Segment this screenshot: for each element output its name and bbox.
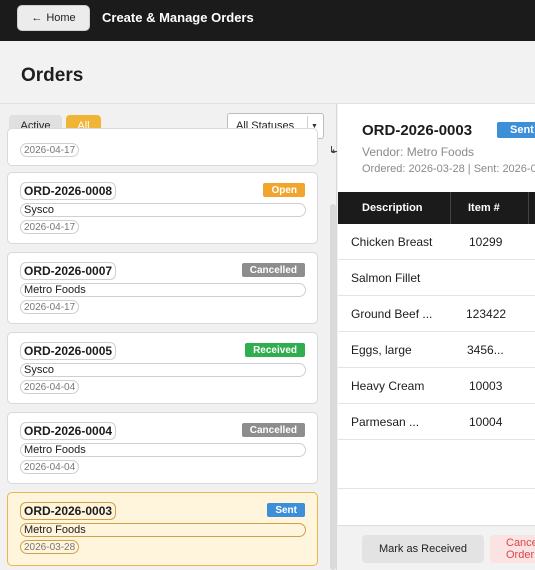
top-bar: ← Home Create & Manage Orders	[0, 0, 535, 41]
item-description: Chicken Breast	[351, 235, 433, 249]
order-id: ORD-2026-0003	[20, 502, 117, 520]
item-description: Eggs, large	[351, 343, 412, 357]
column-divider	[450, 192, 451, 224]
order-vendor: Metro Foods	[20, 443, 306, 457]
item-description: Salmon Fillet	[351, 271, 421, 285]
resize-handle-icon[interactable]	[331, 146, 337, 152]
order-vendor: Sysco	[20, 203, 306, 217]
table-bottom-border	[338, 488, 535, 489]
order-date: 2026-04-17	[20, 300, 80, 314]
order-date: 2026-04-04	[20, 380, 80, 394]
detail-footer: Mark as Received Cancel Order	[338, 525, 535, 570]
column-header-item-number[interactable]: Item #	[468, 192, 500, 224]
order-card[interactable]: ORD-2026-0004 Cancelled Metro Foods 2026…	[7, 412, 318, 484]
order-card-selected[interactable]: ORD-2026-0003 Sent Metro Foods 2026-03-2…	[7, 492, 318, 566]
order-date: 2026-03-28	[20, 540, 80, 554]
home-button-label: Home	[46, 12, 76, 24]
table-row[interactable]: Chicken Breast 10299	[338, 224, 535, 260]
order-date: 2026-04-04	[20, 460, 80, 474]
order-id: ORD-2026-0008	[20, 182, 117, 200]
arrow-left-icon: ←	[31, 12, 43, 24]
item-number: 10003	[469, 379, 503, 393]
column-header-description[interactable]: Description	[362, 192, 423, 224]
item-description: Ground Beef ...	[351, 307, 433, 321]
order-card[interactable]: ORD-2026-0005 Received Sysco 2026-04-04	[7, 332, 318, 404]
order-id: ORD-2026-0004	[20, 422, 117, 440]
status-badge: Received	[245, 343, 305, 357]
mark-received-button[interactable]: Mark as Received	[362, 535, 484, 563]
page-header: Orders	[0, 41, 535, 104]
item-description: Heavy Cream	[351, 379, 425, 393]
items-table-header: Description Item #	[338, 192, 535, 224]
scrollbar-thumb[interactable]	[330, 204, 336, 570]
app-title: Create & Manage Orders	[102, 10, 254, 25]
detail-vendor: Vendor: Metro Foods	[362, 145, 475, 159]
item-number: 10004	[469, 415, 503, 429]
table-row[interactable]: Salmon Fillet	[338, 260, 535, 296]
table-row[interactable]: Heavy Cream 10003	[338, 368, 535, 404]
order-detail-panel: ORD-2026-0003 Sent Vendor: Metro Foods O…	[338, 104, 535, 570]
order-id: ORD-2026-0005	[20, 342, 117, 360]
column-divider	[528, 192, 529, 224]
order-card[interactable]: ORD-2026-0007 Cancelled Metro Foods 2026…	[7, 252, 318, 324]
order-card-partial[interactable]: 2026-04-17	[7, 128, 318, 166]
item-number: 10299	[469, 235, 503, 249]
order-vendor: Metro Foods	[20, 283, 306, 297]
cancel-order-button[interactable]: Cancel Order	[490, 535, 535, 563]
status-badge: Cancelled	[241, 263, 305, 277]
item-description: Parmesan ...	[351, 415, 420, 429]
home-button[interactable]: ← Home	[17, 5, 90, 31]
orders-list-panel: Active All All Statuses ▼ 2026-04-17 ORD…	[0, 104, 337, 570]
item-number: 123422	[466, 307, 507, 321]
order-date: 2026-04-17	[20, 143, 80, 157]
detail-status-badge: Sent	[497, 122, 535, 138]
order-vendor: Metro Foods	[20, 523, 306, 537]
order-id: ORD-2026-0007	[20, 262, 117, 280]
status-badge: Cancelled	[241, 423, 305, 437]
table-row[interactable]: Parmesan ... 10004	[338, 404, 535, 440]
table-row[interactable]: Ground Beef ... 123422	[338, 296, 535, 332]
page-title: Orders	[21, 65, 84, 86]
table-row[interactable]: Eggs, large 3456...	[338, 332, 535, 368]
item-number: 3456...	[467, 343, 504, 357]
detail-dates: Ordered: 2026-03-28 | Sent: 2026-03-28	[362, 163, 535, 175]
order-vendor: Sysco	[20, 363, 306, 377]
order-card[interactable]: ORD-2026-0008 Open Sysco 2026-04-17	[7, 172, 318, 244]
status-badge: Sent	[267, 503, 305, 517]
status-badge: Open	[263, 183, 305, 197]
detail-order-id: ORD-2026-0003	[362, 122, 473, 139]
order-date: 2026-04-17	[20, 220, 80, 234]
